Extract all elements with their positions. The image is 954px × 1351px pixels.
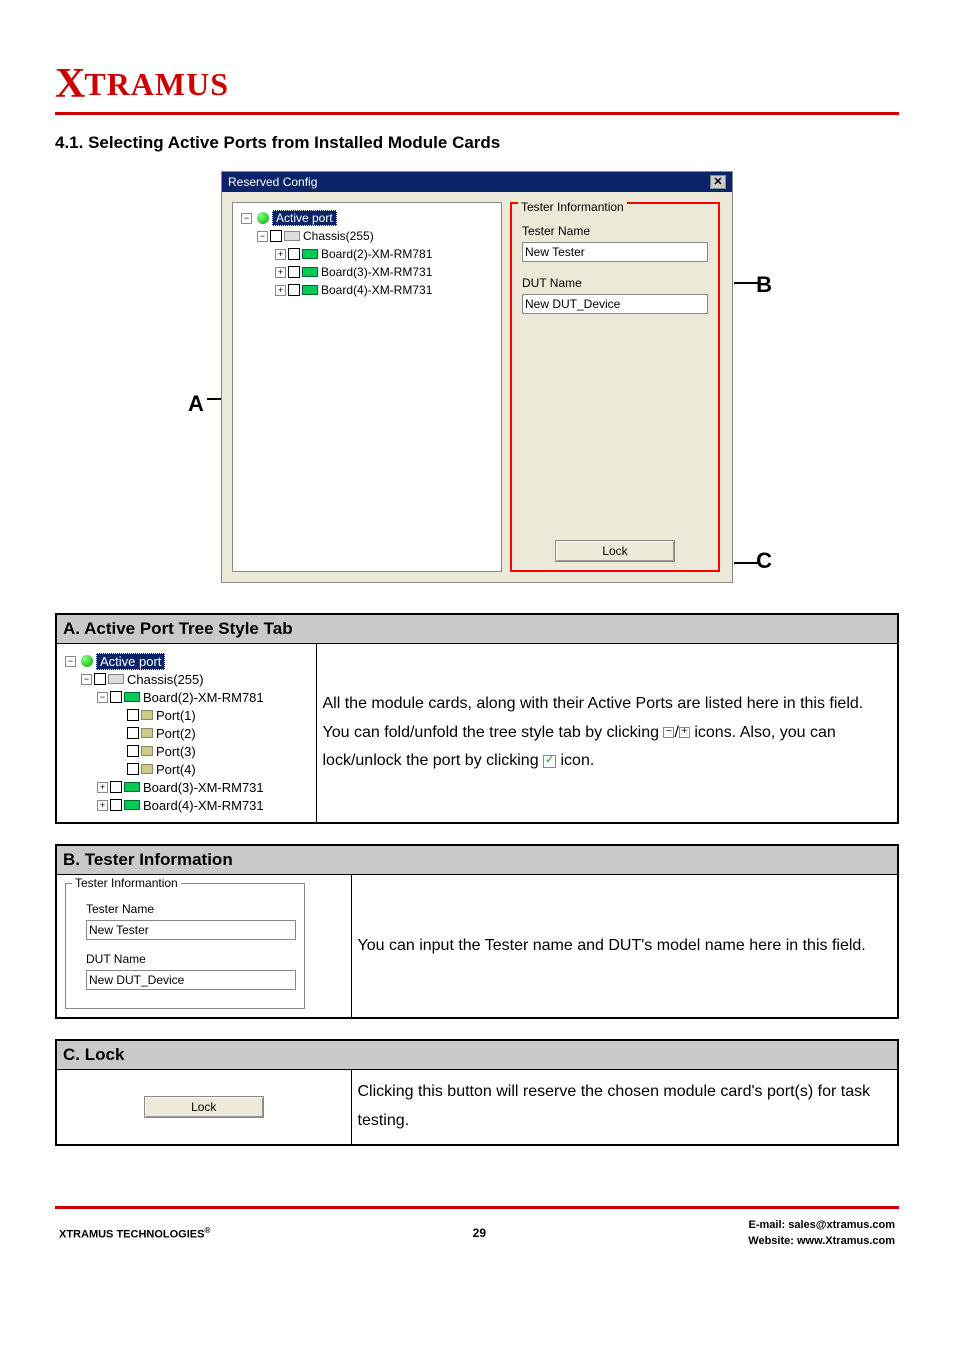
tester-name-label: Tester Name [522,224,708,238]
orb-icon [257,212,269,224]
board-icon [302,249,318,259]
reserved-config-dialog: Reserved Config ✕ −Active port −Chassis(… [221,171,733,583]
check-icon: ✓ [543,755,556,768]
port-icon [141,728,153,738]
checkbox[interactable] [288,248,300,260]
checkbox[interactable] [288,284,300,296]
checkbox[interactable] [270,230,282,242]
checkbox[interactable] [94,673,106,685]
tree-board[interactable]: Board(2)-XM-RM781 [143,690,264,705]
board-icon [302,267,318,277]
tree-port[interactable]: Port(3) [156,744,196,759]
board-icon [124,800,140,810]
plus-icon: + [679,727,690,738]
tree-port[interactable]: Port(4) [156,762,196,777]
tree-port[interactable]: Port(1) [156,708,196,723]
tester-name-input[interactable] [522,242,708,262]
port-icon [141,746,153,756]
header-rule [55,112,899,115]
expander-icon[interactable]: − [257,231,268,242]
lock-button[interactable]: Lock [144,1096,264,1118]
checkbox[interactable] [110,781,122,793]
checkbox[interactable] [127,745,139,757]
footer-right: E-mail: sales@xtramus.com Website: www.X… [748,1217,895,1250]
expander-icon[interactable]: + [275,267,286,278]
tree-root[interactable]: Active port [96,653,165,670]
port-icon [141,764,153,774]
figure: A Reserved Config ✕ −Active port −Chassi… [55,171,899,583]
callout-c: C [756,548,772,574]
dut-name-label: DUT Name [522,276,708,290]
logo-x: X [55,60,84,108]
footer-email[interactable]: sales@xtramus.com [788,1219,895,1231]
tree-board[interactable]: Board(4)-XM-RM731 [321,283,432,297]
expander-icon[interactable]: − [241,213,252,224]
dialog-titlebar: Reserved Config ✕ [222,172,732,192]
table-b-header: B. Tester Information [56,845,898,875]
tree-board[interactable]: Board(3)-XM-RM731 [321,265,432,279]
checkbox[interactable] [127,763,139,775]
expander-icon[interactable]: − [65,656,76,667]
chassis-icon [284,231,300,241]
section-title: 4.1. Selecting Active Ports from Install… [55,133,899,153]
expander-icon[interactable]: − [81,674,92,685]
table-c-desc: Clicking this button will reserve the ch… [351,1070,898,1145]
board-icon [124,782,140,792]
footer-rule [55,1206,899,1209]
chassis-icon [108,674,124,684]
table-b-desc: You can input the Tester name and DUT's … [351,875,898,1019]
tester-info-box: Tester Informantion Tester Name DUT Name [65,883,305,1009]
board-icon [124,692,140,702]
tree-panel: −Active port −Chassis(255) +Board(2)-XM-… [232,202,502,572]
expander-icon[interactable]: + [97,782,108,793]
tester-name-input[interactable] [86,920,296,940]
tree-board[interactable]: Board(4)-XM-RM731 [143,798,264,813]
callout-b: B [756,272,772,298]
groupbox-legend: Tester Informantion [518,200,627,214]
expander-icon[interactable]: + [275,249,286,260]
expander-icon[interactable]: + [275,285,286,296]
mini-tree: −Active port −Chassis(255) −Board(2)-XM-… [65,652,308,814]
tree-chassis[interactable]: Chassis(255) [127,672,204,687]
tree-root[interactable]: Active port [272,210,337,226]
dut-name-input[interactable] [522,294,708,314]
tree-port[interactable]: Port(2) [156,726,196,741]
checkbox[interactable] [127,709,139,721]
logo-rest: TRAMUS [84,66,229,103]
port-icon [141,710,153,720]
table-a-header: A. Active Port Tree Style Tab [56,614,898,644]
tree-chassis[interactable]: Chassis(255) [303,229,374,243]
callout-a: A [171,171,221,417]
page-number: 29 [473,1226,486,1240]
tree-board[interactable]: Board(3)-XM-RM731 [143,780,264,795]
table-a: A. Active Port Tree Style Tab −Active po… [55,613,899,824]
groupbox-legend: Tester Informantion [72,876,181,890]
checkbox[interactable] [127,727,139,739]
checkbox[interactable] [288,266,300,278]
checkbox[interactable] [110,799,122,811]
table-b: B. Tester Information Tester Informantio… [55,844,899,1019]
tree-board[interactable]: Board(2)-XM-RM781 [321,247,432,261]
table-c-header: C. Lock [56,1040,898,1070]
dialog-title-text: Reserved Config [228,175,317,189]
table-c: C. Lock Lock Clicking this button will r… [55,1039,899,1146]
footer-left: XTRAMUS TECHNOLOGIES® [59,1226,210,1241]
table-a-desc: All the module cards, along with their A… [316,644,898,824]
expander-icon[interactable]: + [97,800,108,811]
dut-name-label: DUT Name [76,952,294,966]
lock-button[interactable]: Lock [555,540,675,562]
tester-name-label: Tester Name [76,902,294,916]
expander-icon[interactable]: − [97,692,108,703]
board-icon [302,285,318,295]
tester-info-panel: Tester Informantion Tester Name DUT Name… [510,202,720,572]
footer: XTRAMUS TECHNOLOGIES® 29 E-mail: sales@x… [55,1217,899,1270]
close-icon[interactable]: ✕ [710,175,726,189]
minus-icon: − [663,727,674,738]
footer-website[interactable]: www.Xtramus.com [797,1235,895,1247]
dut-name-input[interactable] [86,970,296,990]
orb-icon [81,655,93,667]
logo: XTRAMUS [55,60,899,108]
checkbox[interactable] [110,691,122,703]
